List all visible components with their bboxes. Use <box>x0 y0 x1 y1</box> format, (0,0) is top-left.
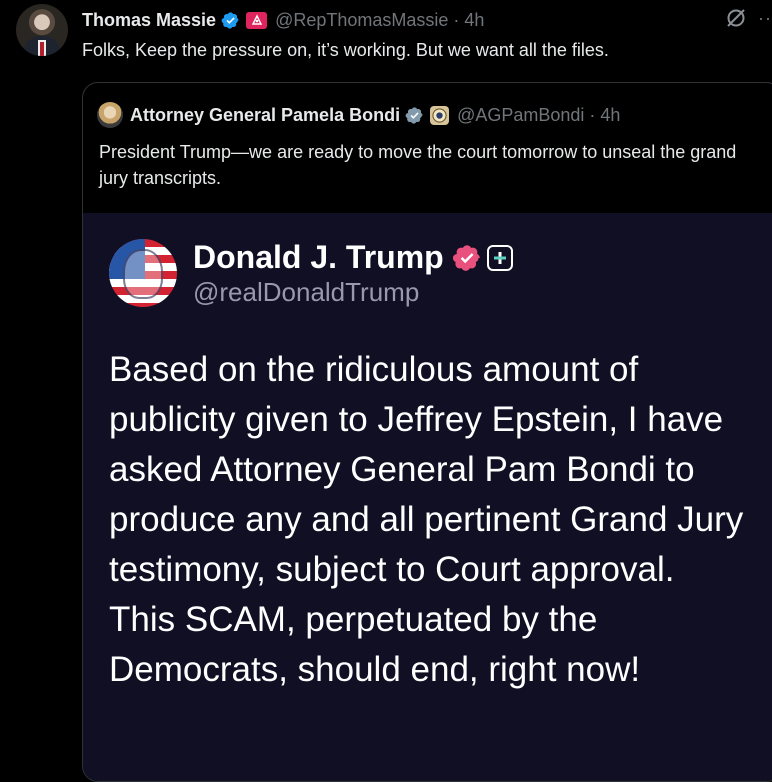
truth-header: Donald J. Trump <box>193 239 513 276</box>
quoted-author-name[interactable]: Attorney General Pamela Bondi <box>130 105 400 126</box>
truth-author-handle: @realDonaldTrump <box>193 277 420 307</box>
quoted-post-header: Attorney General Pamela Bondi @AGPamBond… <box>97 101 620 129</box>
author-name[interactable]: Thomas Massie <box>82 10 216 31</box>
doj-seal-graphic-icon <box>432 107 447 123</box>
plus-icon <box>486 244 513 271</box>
author-avatar[interactable] <box>16 4 68 56</box>
post-actions-top: ·· <box>724 6 772 30</box>
verified-badge-icon[interactable] <box>221 11 240 30</box>
author-handle[interactable]: @RepThomasMassie <box>275 10 448 31</box>
truth-verified-icon <box>452 244 480 271</box>
grok-icon[interactable] <box>724 6 748 30</box>
quoted-post-card[interactable]: Attorney General Pamela Bondi @AGPamBond… <box>82 82 772 782</box>
post-text: Folks, Keep the pressure on, it’s workin… <box>82 40 609 60</box>
quoted-author-avatar[interactable] <box>97 102 123 128</box>
truth-author-avatar <box>109 239 177 307</box>
truth-post-text: Based on the ridiculous amount of public… <box>109 350 744 689</box>
quoted-post-text: President Trump—we are ready to move the… <box>99 142 737 188</box>
verified-badge-icon[interactable] <box>405 106 424 125</box>
embedded-truth-image[interactable]: Donald J. Trump @realDonaldTrump Based o… <box>83 213 772 781</box>
plus-glyph-icon <box>493 251 506 264</box>
doj-seal-icon[interactable] <box>430 105 450 125</box>
truth-author-name: Donald J. Trump <box>193 239 444 275</box>
quoted-post-time[interactable]: · 4h <box>589 105 620 126</box>
quoted-author-handle[interactable]: @AGPamBondi <box>457 105 584 126</box>
congress-emblem-icon <box>251 14 262 25</box>
post-header: Thomas Massie @RepThomasMassie · 4h <box>82 8 484 32</box>
congress-affiliate-icon[interactable] <box>246 11 268 29</box>
post-time[interactable]: · 4h <box>453 10 484 31</box>
more-icon[interactable]: ·· <box>758 8 772 29</box>
avatar-face <box>123 249 163 299</box>
avatar-tie <box>40 42 44 56</box>
